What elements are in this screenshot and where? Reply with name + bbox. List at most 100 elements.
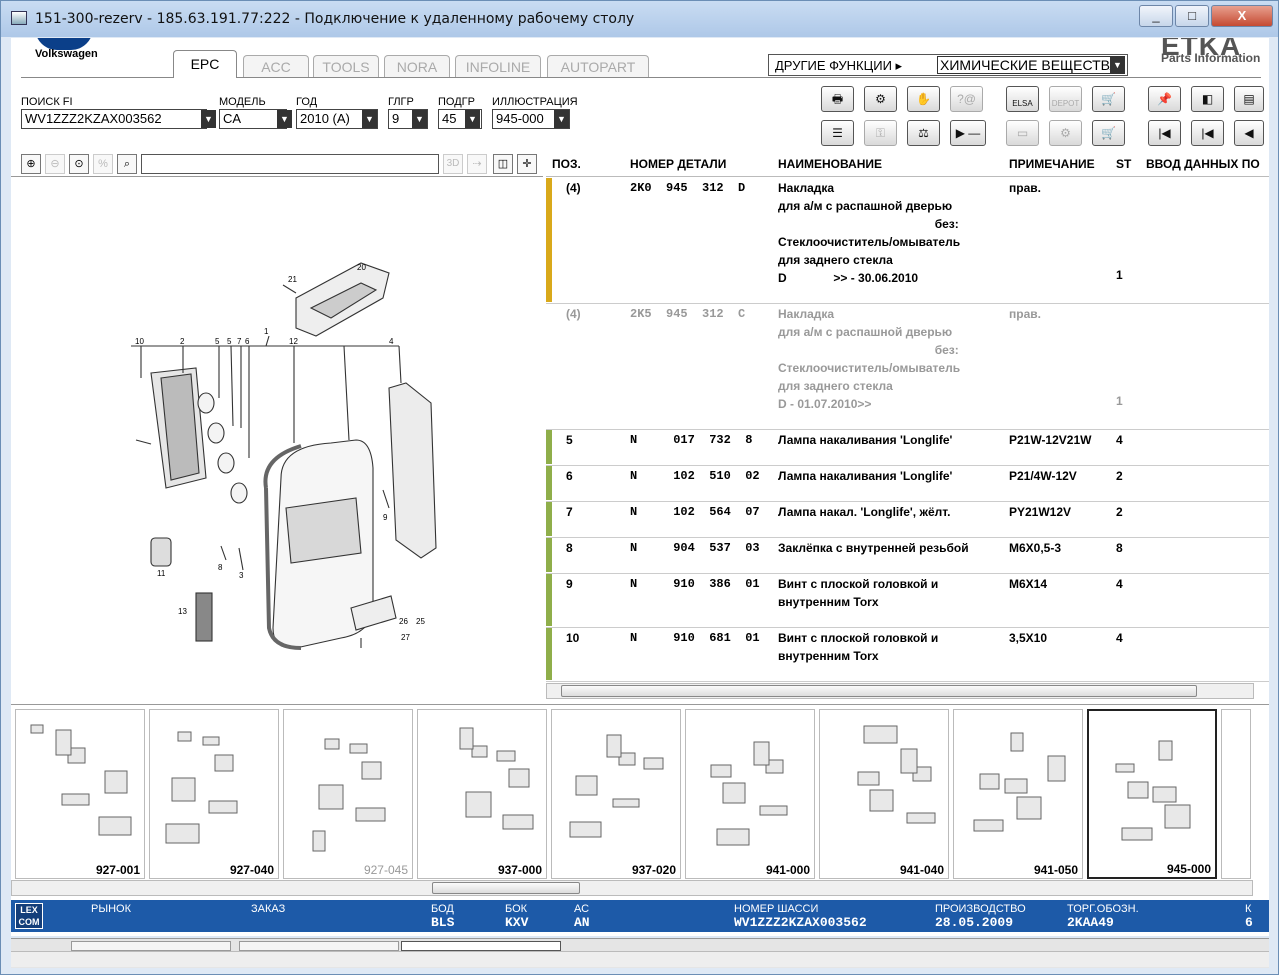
tab-nora[interactable]: NORA (384, 55, 450, 77)
print-button[interactable]: 🖶 (821, 86, 854, 112)
pin-button[interactable]: 📌 (1148, 86, 1181, 112)
row-note: M6X0,5-3 (1009, 541, 1062, 555)
maximize-button[interactable]: □ (1175, 5, 1209, 27)
zoom-fit-button[interactable]: ⊙ (69, 154, 89, 174)
close-button[interactable]: X (1211, 5, 1273, 27)
search-button[interactable]: ⌕ (117, 154, 137, 174)
other-functions[interactable]: ДРУГИЕ ФУНКЦИИ ▸ ХИМИЧЕСКИЕ ВЕЩЕСТВА ▼ (768, 54, 1128, 76)
cart-transfer-button[interactable]: 🛒 (1092, 86, 1125, 112)
thumbnail-937-020[interactable]: 937-020 (551, 709, 681, 879)
diagram-search-input[interactable] (141, 154, 439, 174)
table-row[interactable]: 8 N 904 537 03 Заклёпка с внутренней резьб… (546, 538, 1269, 574)
back-button[interactable]: ◀ (1234, 120, 1264, 146)
key-button[interactable]: ⚿ (864, 120, 897, 146)
chevron-down-icon[interactable]: ▼ (362, 110, 377, 128)
tab-tools[interactable]: TOOLS (313, 55, 379, 77)
rdp-hscrollbar[interactable] (11, 951, 1269, 967)
market-label: РЫНОК (91, 903, 131, 915)
table-row[interactable]: 10 N 910 681 01 Винт с плоской головкой и … (546, 628, 1269, 682)
link-button[interactable]: ⇢ (467, 154, 487, 174)
handshake-button[interactable]: ✋ (907, 86, 940, 112)
thumbs-hscrollbar[interactable] (11, 880, 1253, 896)
chevron-down-icon[interactable]: ▼ (201, 110, 216, 128)
thumbnail-label: 941-000 (765, 863, 810, 877)
col-note[interactable]: ПРИМЕЧАНИЕ (1009, 157, 1095, 171)
thumbnail-945-000[interactable]: 945-000 (1087, 709, 1217, 879)
thumbnail-partial[interactable] (1221, 709, 1251, 879)
col-pos[interactable]: ПОЗ. (552, 157, 581, 171)
col-name[interactable]: НАИМЕНОВАНИЕ (778, 157, 882, 171)
chevron-down-icon[interactable]: ▼ (1110, 56, 1125, 74)
callout-11: 11 (157, 569, 166, 578)
play-button[interactable]: ▶ — (950, 120, 986, 146)
row-note: прав. (1009, 307, 1041, 321)
taskbar-tab-1[interactable] (71, 941, 231, 951)
view-3d-button[interactable]: 3D (443, 154, 463, 174)
minimize-button[interactable]: _ (1139, 5, 1173, 27)
col-input[interactable]: ВВОД ДАННЫХ ПО (1146, 157, 1260, 171)
tab-acc[interactable]: ACC (243, 55, 309, 77)
zoom-percent-button[interactable]: % (93, 154, 113, 174)
table-hscrollbar[interactable] (546, 683, 1254, 699)
diagram-part-4 (388, 382, 437, 559)
title-bar[interactable]: 151-300-rezerv - 185.63.191.77:222 - Под… (1, 1, 1278, 37)
chevron-down-icon[interactable]: ▼ (554, 110, 569, 128)
callout-12: 12 (289, 337, 298, 346)
table-hscroll-thumb[interactable] (561, 685, 1197, 697)
thumbnail-927-001[interactable]: 927-001 (15, 709, 145, 879)
thumbs-hscroll-thumb[interactable] (432, 882, 580, 894)
zoom-in-button[interactable]: ⊕ (21, 154, 41, 174)
split-view-button[interactable]: ◫ (493, 154, 513, 174)
chevron-down-icon[interactable]: ▼ (412, 110, 427, 128)
callout-26: 26 (399, 617, 408, 626)
network-button[interactable]: ⚙ (1049, 120, 1082, 146)
prev-page-button[interactable]: ◧ (1191, 86, 1224, 112)
cart-button[interactable]: 🛒 (1092, 120, 1125, 146)
chevron-down-icon[interactable]: ▼ (465, 110, 480, 128)
table-row[interactable]: 7 N 102 564 07 Лампа накал. 'Longlife', жё… (546, 502, 1269, 538)
tab-infoline[interactable]: INFOLINE (455, 55, 541, 77)
thumbnail-941-040[interactable]: 941-040 (819, 709, 949, 879)
parts-illustration[interactable]: 21 20 1 10 2 5 5 7 6 12 4 9 8 3 11 13 26 (11, 178, 543, 700)
thumbnail-937-000[interactable]: 937-000 (417, 709, 547, 879)
elsa-button[interactable]: ELSA (1006, 86, 1039, 112)
search-fi-input[interactable]: WV1ZZZ2KZAX003562 (21, 109, 207, 129)
first-button[interactable]: |◀ (1148, 120, 1181, 146)
page-button[interactable]: ▤ (1234, 86, 1264, 112)
row-st: 4 (1116, 433, 1123, 447)
play-icon: ▶ — (955, 126, 981, 140)
table-row[interactable]: (4) 2K0 945 312 D Накладка для а/м с распа… (546, 178, 1269, 304)
thumbnail-941-000[interactable]: 941-000 (685, 709, 815, 879)
row-name: Винт с плоской головкой и внутренним Tor… (778, 577, 939, 609)
table-row[interactable]: 5 N 017 732 8 Лампа накаливания 'Longlife'… (546, 430, 1269, 466)
help-button[interactable]: ?@ (950, 86, 983, 112)
previous-button[interactable]: |◀ (1191, 120, 1224, 146)
bod-value: BLS (431, 915, 455, 930)
thumbnail-927-045[interactable]: 927-045 (283, 709, 413, 879)
table-row[interactable]: 9 N 910 386 01 Винт с плоской головкой и в… (546, 574, 1269, 628)
tab-autopart[interactable]: AUTOPART (547, 55, 649, 77)
diagram-part-11 (150, 537, 172, 567)
table-row[interactable]: 6 N 102 510 02 Лампа накаливания 'Longlife… (546, 466, 1269, 502)
thumbnail-927-040[interactable]: 927-040 (149, 709, 279, 879)
chevron-down-icon[interactable]: ▼ (277, 110, 292, 128)
row-note: прав. (1009, 181, 1041, 195)
col-part-number[interactable]: НОМЕР ДЕТАЛИ (630, 157, 726, 171)
taskbar-tab-3[interactable] (401, 941, 561, 951)
balance-button[interactable]: ⚖ (907, 120, 940, 146)
row-st: 4 (1116, 631, 1123, 645)
tab-epc[interactable]: EPC (173, 50, 237, 78)
list-button[interactable]: ☰ (821, 120, 854, 146)
zoom-out-button[interactable]: ⊖ (45, 154, 65, 174)
diagram-part-7 (207, 422, 225, 444)
row-st: 2 (1116, 469, 1123, 483)
table-row[interactable]: (4) 2K5 945 312 C Накладка для а/м с распа… (546, 304, 1269, 430)
crosshair-button[interactable]: ✛ (517, 154, 537, 174)
col-st[interactable]: ST (1116, 157, 1131, 171)
monitor-button[interactable]: ▭ (1006, 120, 1039, 146)
service-button[interactable]: ⚙ (864, 86, 897, 112)
thumbnail-941-050[interactable]: 941-050 (953, 709, 1083, 879)
other-functions-select[interactable]: ХИМИЧЕСКИЕ ВЕЩЕСТВА (937, 56, 1125, 74)
depot-button[interactable]: DEPOT (1049, 86, 1082, 112)
taskbar-tab-2[interactable] (239, 941, 399, 951)
